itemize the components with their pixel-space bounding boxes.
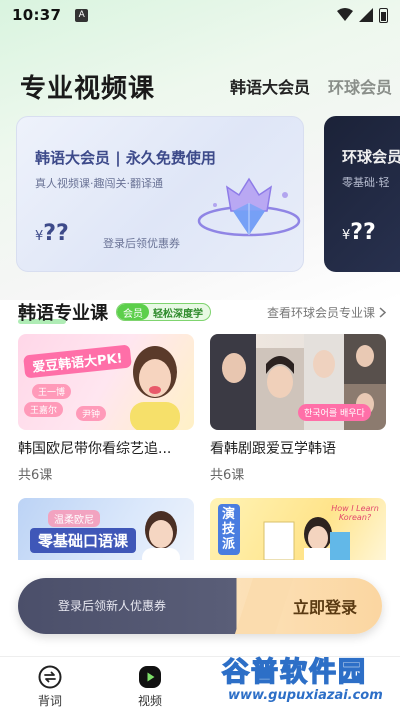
course-count: 共6课 bbox=[210, 468, 245, 483]
watermark-text: 谷普软件园 bbox=[221, 656, 367, 689]
page-header: 专业视频课 韩语大会员 环球会员 bbox=[20, 66, 392, 106]
course-title: 韩国欧尼带你看综艺追... bbox=[18, 441, 172, 457]
thumb-label: 王一博 bbox=[32, 384, 72, 399]
status-icons bbox=[337, 7, 388, 23]
global-vip-card[interactable]: 环球会员 零基础·轻 ¥?? 登 bbox=[324, 116, 400, 272]
membership-card-carousel[interactable]: 韩语大会员 | 永久免费使用 真人视频课·趣闯关·翻译通 ¥?? 登录后领优惠券… bbox=[16, 116, 400, 272]
view-global-courses-link[interactable]: 查看环球会员专业课 bbox=[267, 304, 386, 321]
membership-tabs: 韩语大会员 环球会员 bbox=[230, 74, 392, 98]
nav-item-words[interactable]: 背词 bbox=[20, 665, 80, 709]
status-time: 10:37 bbox=[12, 6, 62, 24]
status-bar: 10:37 A bbox=[0, 0, 400, 30]
course-card[interactable]: 演技派 How I Learn Korean? bbox=[210, 498, 386, 560]
banner-text: 登录后领新人优惠券 bbox=[58, 599, 167, 613]
link-label: 查看环球会员专业课 bbox=[266, 305, 375, 320]
course-count: 共6课 bbox=[18, 468, 53, 483]
signal-icon bbox=[359, 8, 373, 22]
nav-label: 视频 bbox=[137, 694, 162, 708]
nav-label: 背词 bbox=[37, 694, 62, 708]
member-tag: 会员 轻松深度学 bbox=[116, 303, 211, 321]
price-value: ?? bbox=[350, 220, 376, 245]
member-tag-label: 会员 bbox=[117, 304, 149, 320]
course-card[interactable]: 한국어를 배우다 看韩剧跟爱豆学韩语 共6课 bbox=[210, 334, 386, 483]
member-tag-desc: 轻松深度学 bbox=[153, 308, 203, 320]
login-now-button[interactable]: 立即登录 bbox=[268, 578, 382, 634]
card-coupon-text: 登录后领优惠券 bbox=[103, 237, 180, 250]
notification-icon: A bbox=[75, 8, 89, 22]
course-card[interactable]: 温柔欧尼 零基础口语课 bbox=[18, 498, 194, 560]
course-thumbnail: 温柔欧尼 零基础口语课 bbox=[18, 498, 194, 560]
swap-arrows-icon bbox=[38, 665, 62, 689]
thumb-banner-text: 爱豆韩语大PK! bbox=[23, 344, 132, 379]
chevron-right-icon bbox=[379, 306, 386, 318]
tab-global-vip[interactable]: 环球会员 bbox=[328, 74, 392, 98]
site-watermark: 谷普软件园 www.gupuxiazai.com bbox=[221, 650, 400, 712]
card-price: ¥?? bbox=[342, 220, 376, 245]
thumb-banner-text: 零基础口语课 bbox=[30, 528, 137, 553]
section-header: 韩语专业课 会员 轻松深度学 查看环球会员专业课 bbox=[18, 298, 386, 326]
nav-item-video[interactable]: 视频 bbox=[120, 665, 180, 709]
thumb-label: 尹钟 bbox=[76, 406, 107, 421]
thumb-banner-text: 한국어를 배우다 bbox=[298, 404, 371, 421]
presenter-portrait bbox=[263, 517, 350, 560]
course-card[interactable]: 爱豆韩语大PK! 王一博 王嘉尔 尹钟 韩国欧尼带你看综艺追... 共6课 bbox=[18, 334, 194, 483]
course-thumbnail: 爱豆韩语大PK! 王一博 王嘉尔 尹钟 bbox=[18, 334, 194, 430]
course-thumbnail: 한국어를 배우다 bbox=[210, 334, 386, 430]
thumb-label: 王嘉尔 bbox=[24, 402, 64, 417]
card-price: ¥?? bbox=[35, 221, 69, 246]
card-title: 韩语大会员 | 永久免费使用 bbox=[35, 149, 216, 167]
card-subtitle: 零基础·轻 bbox=[342, 176, 390, 189]
thumb-banner-text: 演技派 bbox=[218, 504, 240, 555]
card-subtitle: 真人视频课·趣闯关·翻译通 bbox=[35, 177, 163, 190]
battery-icon bbox=[379, 7, 388, 23]
presenter-portrait bbox=[142, 511, 180, 560]
page-title: 专业视频课 bbox=[20, 73, 156, 104]
course-thumbnail: 演技派 How I Learn Korean? bbox=[210, 498, 386, 560]
login-promo-banner[interactable]: 登录后领新人优惠券 立即登录 bbox=[18, 578, 382, 634]
diamond-crown-icon bbox=[197, 177, 301, 237]
wifi-icon bbox=[337, 8, 353, 21]
course-title: 看韩剧跟爱豆学韩语 bbox=[210, 441, 336, 457]
thumb-sub-text: 温柔欧尼 bbox=[48, 510, 100, 527]
watermark-url: www.gupuxiazai.com bbox=[228, 688, 383, 703]
korean-vip-card[interactable]: 韩语大会员 | 永久免费使用 真人视频课·趣闯关·翻译通 ¥?? 登录后领优惠券 bbox=[16, 116, 304, 272]
presenter-portrait bbox=[130, 346, 180, 430]
tab-korean-vip[interactable]: 韩语大会员 bbox=[230, 74, 310, 98]
card-title: 环球会员 bbox=[342, 148, 400, 166]
section-title: 韩语专业课 bbox=[18, 299, 108, 325]
price-value: ?? bbox=[43, 221, 69, 246]
play-icon bbox=[139, 666, 161, 688]
